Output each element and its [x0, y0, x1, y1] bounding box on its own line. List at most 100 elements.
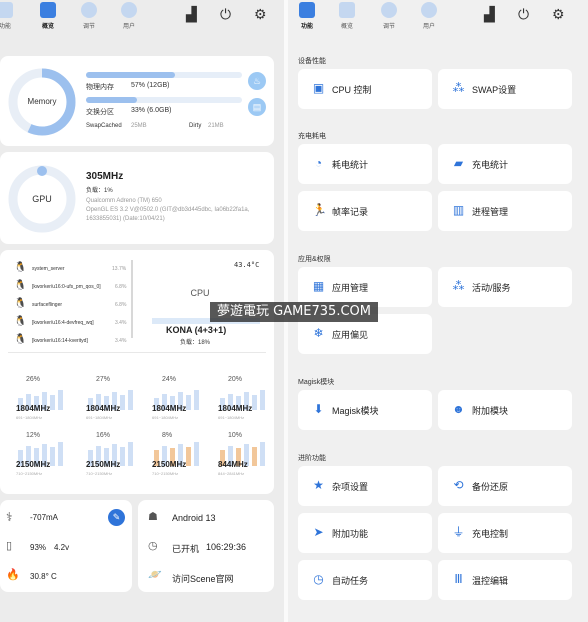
- adjust-icon: [81, 2, 97, 18]
- watermark-banner: 夢遊電玩 GAME735.COM: [210, 302, 378, 322]
- phys-label: 物理内存: [86, 84, 114, 91]
- cpu-card[interactable]: 🐧 system_server 13.7% 🐧 [kworker/u16:0-u…: [0, 250, 274, 494]
- charge-stat-icon: ▰: [453, 156, 464, 170]
- auto-task-button[interactable]: ◷ 自动任务: [298, 560, 432, 600]
- gpu-load: 负载：1%: [86, 188, 113, 194]
- thermal-editor-button[interactable]: Ⅲ 温控编辑: [438, 560, 572, 600]
- core-range: 710~2150MHz: [16, 471, 43, 476]
- core-range: 691~1804MHz: [218, 415, 245, 420]
- cpu-title: CPU: [190, 288, 210, 298]
- mi-icon: Ⅲ: [454, 572, 463, 586]
- backup-restore-button[interactable]: ⟲ 备份还原: [438, 466, 572, 506]
- cpu-control-button[interactable]: ▣ CPU 控制: [298, 69, 432, 109]
- swapcached-label: SwapCached: [86, 123, 122, 129]
- gpu-frequency: 305MHz: [86, 171, 124, 182]
- clock-icon: ◷: [148, 540, 158, 552]
- overview-icon: [40, 2, 56, 18]
- power-stats-button[interactable]: ◔ 耗电统计: [298, 144, 432, 184]
- uptime-value: 106:29:36: [206, 542, 247, 552]
- swap-value: 33% (6.0GB): [131, 107, 172, 114]
- button-label: 帧率记录: [332, 207, 369, 217]
- process-pct: 3.4%: [115, 338, 127, 344]
- visit-scene-link[interactable]: 访问Scene官网: [172, 572, 234, 585]
- chart-icon[interactable]: ▟: [186, 7, 197, 21]
- tab-overview[interactable]: 概览: [330, 2, 364, 30]
- tab-overview[interactable]: 概览: [31, 2, 65, 30]
- process-manager-button[interactable]: ▥ 进程管理: [438, 191, 572, 231]
- android-version: Android 13: [172, 513, 216, 523]
- swap-settings-button[interactable]: ⁂ SWAP设置: [438, 69, 572, 109]
- star-icon: ★: [313, 478, 324, 492]
- core-frequency: 2150MHz: [86, 460, 121, 469]
- swap-label: 交换分区: [86, 109, 114, 116]
- swap-bar: [86, 97, 242, 103]
- tab-adjust[interactable]: 调节: [72, 2, 106, 30]
- process-scrollbar[interactable]: [131, 260, 133, 338]
- charge-stats-button[interactable]: ▰ 充电统计: [438, 144, 572, 184]
- divider: [8, 352, 266, 353]
- misc-settings-button[interactable]: ★ 杂项设置: [298, 466, 432, 506]
- cpu-core: 16% 2150MHz 710~2150MHz: [84, 432, 142, 486]
- process-list: 🐧 system_server 13.7% 🐧 [kworker/u16:0-u…: [0, 250, 130, 345]
- core-range: 710~2150MHz: [152, 471, 179, 476]
- core-load: 8%: [162, 432, 173, 439]
- top-nav: 功能 概览 调节 用户 ▟ ⏻ ⚙: [0, 0, 284, 36]
- dirty-value: 21MB: [208, 123, 224, 129]
- gpu-card[interactable]: GPU 305MHz 负载：1% Qualcomm Adreno (TM) 65…: [0, 152, 274, 244]
- clean-memory-icon[interactable]: ♨: [248, 72, 266, 90]
- tab-user[interactable]: 用户: [112, 2, 146, 30]
- tab-functions[interactable]: 功能: [290, 2, 324, 30]
- cpu-core: 12% 2150MHz 710~2150MHz: [14, 432, 72, 486]
- charge-control-button[interactable]: ⏚ 充电控制: [438, 513, 572, 553]
- top-nav: 功能 概览 调节 用户 ▟ ⏻ ⚙: [288, 0, 588, 36]
- storage-icon[interactable]: ▤: [248, 98, 266, 116]
- uptime-label: 已开机: [172, 544, 200, 554]
- android-icon: ☗: [148, 511, 158, 523]
- core-load: 27%: [96, 376, 111, 383]
- chart-icon[interactable]: ▟: [484, 7, 495, 21]
- battery-card[interactable]: ⚕ -707mA ✎ ▯ 93% 4.2v 🔥 30.8° C: [0, 500, 132, 592]
- tab-label: 用户: [122, 24, 135, 30]
- power-icon[interactable]: ⏻: [518, 7, 529, 21]
- overview-icon: [339, 2, 355, 18]
- system-card[interactable]: ☗ Android 13 ◷ 已开机 106:29:36 🪐 访问Scene官网: [138, 500, 274, 592]
- process-pct: 3.4%: [115, 320, 127, 326]
- tab-label: 用户: [422, 24, 435, 30]
- cpu-core: 24% 1804MHz 691~1804MHz: [150, 376, 208, 430]
- core-history-bar: [252, 395, 257, 410]
- core-history-bar: [120, 395, 125, 410]
- process-pct: 6.8%: [115, 284, 127, 290]
- tab-user[interactable]: 用户: [412, 2, 446, 30]
- app-manager-button[interactable]: ▦ 应用管理: [298, 267, 432, 307]
- battery-voltage: 4.2v: [54, 543, 70, 552]
- memory-title: Memory: [27, 97, 57, 106]
- cpu-model: KONA (4+3+1): [166, 325, 227, 335]
- swapcached-value: 25MB: [131, 123, 147, 129]
- core-history-bar: [194, 442, 199, 466]
- stethoscope-icon: ⚕: [6, 510, 13, 524]
- tab-adjust[interactable]: 调节: [372, 2, 406, 30]
- tab-functions[interactable]: 功能: [0, 2, 22, 30]
- core-history-bar: [260, 442, 265, 466]
- functions-icon: [0, 2, 13, 18]
- activity-service-button[interactable]: ⁂ 活动/服务: [438, 267, 572, 307]
- process-name: [kworker/u16:4-devfreq_wq]: [32, 320, 94, 326]
- apps-icon: ▦: [312, 279, 325, 293]
- edit-icon[interactable]: ✎: [108, 509, 125, 526]
- swap-icon: ⁂: [452, 81, 465, 95]
- fps-record-button[interactable]: 🏃 帧率记录: [298, 191, 432, 231]
- addon-module-button[interactable]: ☻ 附加模块: [438, 390, 572, 430]
- button-label: 应用管理: [332, 283, 369, 293]
- button-label: SWAP设置: [472, 85, 517, 95]
- gear-icon[interactable]: ⚙: [552, 7, 565, 21]
- magisk-module-button[interactable]: ⬇ Magisk模块: [298, 390, 432, 430]
- gear-icon[interactable]: ⚙: [254, 7, 267, 21]
- snowflake-icon: ❄: [313, 326, 324, 340]
- button-label: 进程管理: [472, 207, 509, 217]
- memory-card[interactable]: Memory 物理内存 57% (12GB) 交换分区 33% (6.0GB) …: [0, 56, 274, 146]
- process-name: system_server: [32, 266, 65, 272]
- addon-function-button[interactable]: ➤ 附加功能: [298, 513, 432, 553]
- core-frequency: 1804MHz: [218, 404, 253, 413]
- power-icon[interactable]: ⏻: [220, 7, 231, 21]
- process-pct: 6.8%: [115, 302, 127, 308]
